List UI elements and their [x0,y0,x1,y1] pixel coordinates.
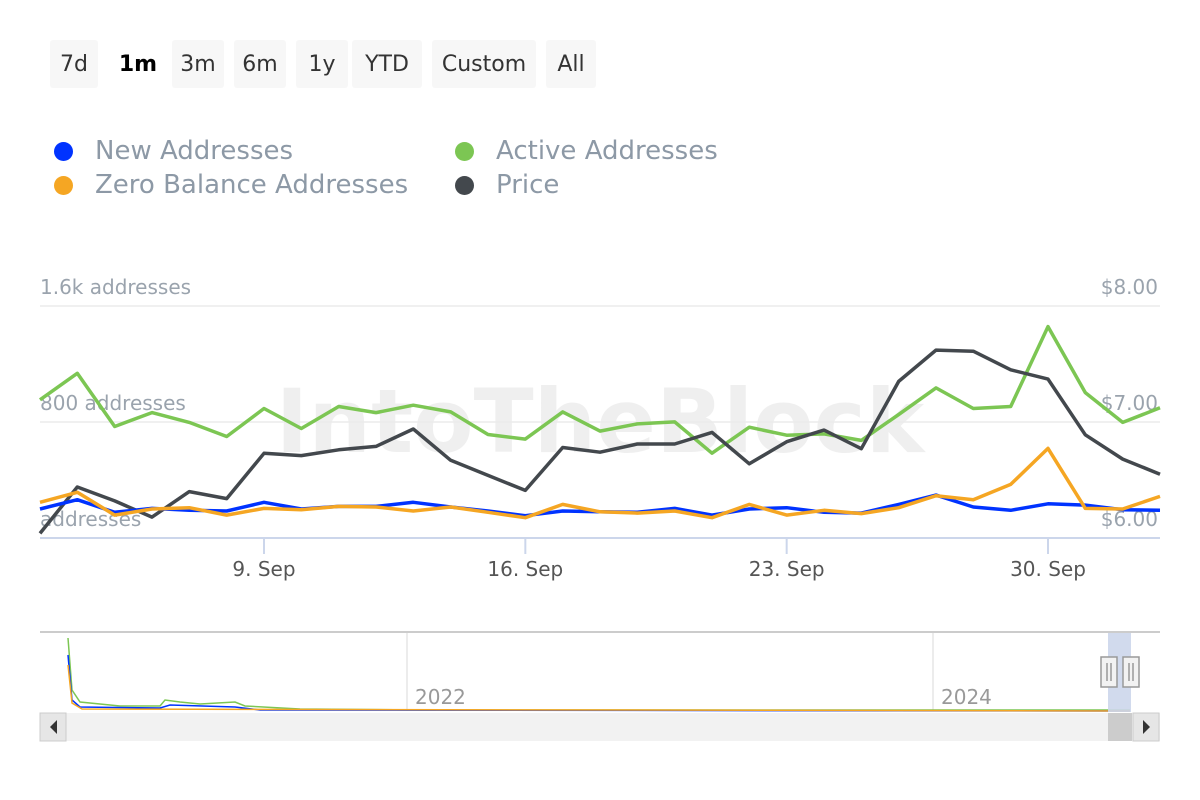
scroll-right-button[interactable] [1132,712,1160,742]
navigator-tick-label: 2022 [415,685,466,709]
x-tick-label: 9. Sep [232,557,295,581]
scrollbar-thumb[interactable] [1108,713,1132,741]
x-tick-label: 23. Sep [749,557,825,581]
x-tick-label: 16. Sep [487,557,563,581]
navigator-handle[interactable] [1122,656,1140,688]
navigator-tick-label: 2024 [941,685,992,709]
y-left-tick-label: 1.6k addresses [40,275,191,299]
x-tick-label: 30. Sep [1010,557,1086,581]
navigator-handle[interactable] [1100,656,1118,688]
y-right-tick-label: $8.00 [1101,275,1158,299]
scroll-left-button[interactable] [39,712,67,742]
chart: IntoTheBlock addresses $6.00800 addresses… [38,275,1161,742]
y-left-tick-label: 800 addresses [40,391,186,415]
scrollbar-track[interactable] [40,713,1160,741]
